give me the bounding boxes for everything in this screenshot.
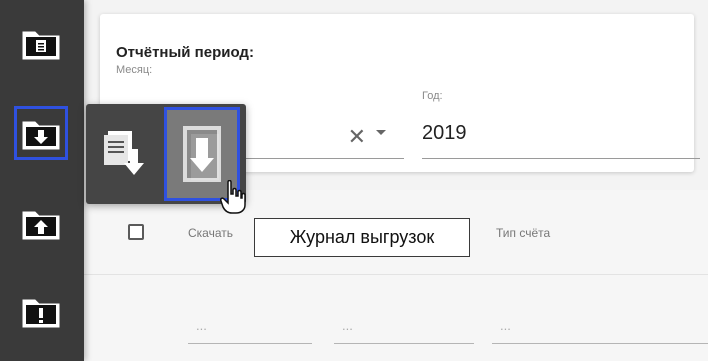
column-account-type: Тип счёта bbox=[496, 226, 551, 240]
upload-folder-icon bbox=[22, 211, 60, 240]
documents-folder-icon bbox=[22, 31, 60, 60]
warning-folder-icon bbox=[22, 299, 60, 328]
filter-row: ... ... ... bbox=[84, 300, 708, 360]
download-folder-icon bbox=[22, 121, 60, 150]
pointer-hand-icon bbox=[220, 180, 246, 214]
filter-account-type-input[interactable]: ... bbox=[492, 318, 708, 344]
sidebar-item-documents[interactable] bbox=[14, 16, 68, 70]
download-files-item[interactable] bbox=[86, 107, 162, 201]
period-title: Отчётный период: bbox=[116, 44, 254, 61]
select-all-checkbox[interactable] bbox=[128, 224, 144, 240]
filter-download-input[interactable]: ... bbox=[188, 318, 312, 344]
sidebar-item-upload[interactable] bbox=[14, 196, 68, 250]
sidebar-item-download[interactable] bbox=[14, 106, 68, 160]
filter-middle-input[interactable]: ... bbox=[334, 318, 474, 344]
year-input[interactable]: 2019 bbox=[422, 114, 700, 159]
year-value: 2019 bbox=[422, 122, 467, 144]
journal-download-icon bbox=[183, 126, 221, 182]
caret-down-icon[interactable] bbox=[376, 130, 386, 135]
table-area: Скачать Тип счёта ... ... ... bbox=[84, 190, 708, 361]
month-label: Месяц: bbox=[116, 64, 153, 76]
sidebar bbox=[0, 0, 84, 361]
year-label: Год: bbox=[422, 90, 443, 102]
download-files-icon bbox=[104, 131, 144, 175]
clear-icon[interactable]: ✕ bbox=[348, 124, 366, 150]
tooltip-upload-journal: Журнал выгрузок bbox=[254, 218, 470, 257]
column-download: Скачать bbox=[188, 226, 233, 240]
sidebar-item-warning[interactable] bbox=[14, 284, 68, 338]
